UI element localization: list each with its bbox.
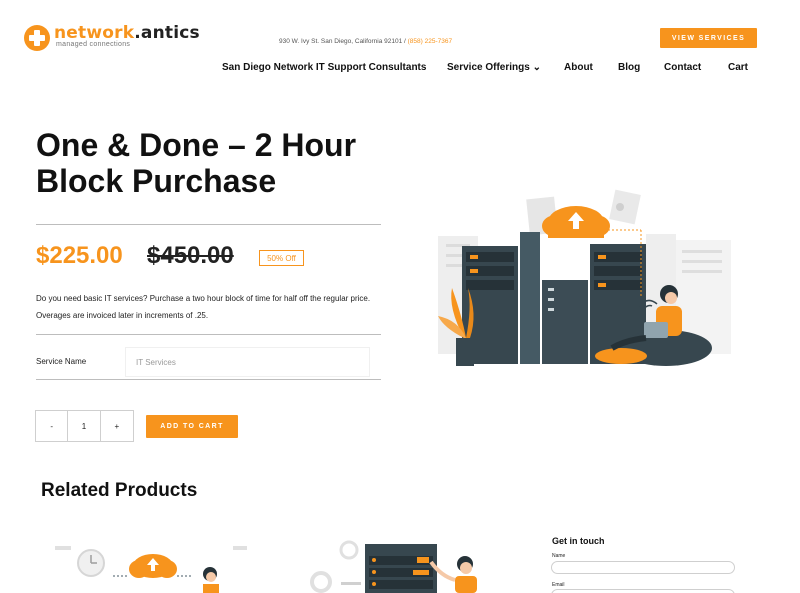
nav-item-blog[interactable]: Blog [618, 62, 640, 73]
email-label: Email [552, 582, 565, 588]
nav-item-service-offerings[interactable]: Service Offerings ⌄ [447, 62, 541, 73]
service-name-field[interactable]: IT Services [125, 347, 370, 377]
nav-item-about[interactable]: About [564, 62, 593, 73]
qty-increase-button[interactable]: + [101, 411, 133, 441]
qty-input[interactable]: 1 [68, 411, 101, 441]
email-field[interactable] [551, 589, 735, 593]
related-products-heading: Related Products [41, 480, 198, 501]
product-title: One & Done – 2 Hour Block Purchase [36, 127, 357, 199]
service-name-label: Service Name [36, 357, 87, 366]
discount-badge: 50% Off [259, 250, 304, 266]
header-phone-link[interactable]: (858) 225-7367 [408, 38, 452, 45]
logo-name: network.antics [54, 23, 200, 43]
divider [36, 379, 381, 380]
divider [36, 334, 381, 335]
related-product-image-1[interactable] [55, 538, 255, 593]
contact-form-title: Get in touch [552, 536, 605, 546]
site-logo[interactable]: network.antics managed connections [24, 24, 200, 51]
product-description: Do you need basic IT services? Purchase … [36, 294, 371, 320]
add-to-cart-button[interactable]: ADD TO CART [146, 415, 238, 438]
quantity-stepper: - 1 + [35, 410, 134, 442]
qty-decrease-button[interactable]: - [36, 411, 69, 441]
main-nav: San Diego Network IT Support Consultants… [0, 62, 800, 76]
sale-price: $225.00 [36, 242, 123, 269]
logo-tagline: managed connections [56, 41, 131, 48]
nav-item-cart[interactable]: Cart [728, 62, 748, 73]
logo-plus-icon [24, 25, 50, 51]
divider [36, 224, 381, 225]
name-field[interactable] [551, 561, 735, 574]
header-address: 930 W. Ivy St. San Diego, California 921… [279, 38, 453, 45]
regular-price: $450.00 [147, 242, 234, 269]
view-services-button[interactable]: VIEW SERVICES [660, 28, 757, 48]
name-label: Name [552, 553, 566, 559]
nav-item-contact[interactable]: Contact [664, 62, 701, 73]
server-room-illustration [438, 189, 731, 366]
related-product-image-2[interactable] [305, 538, 505, 593]
nav-item-consultants[interactable]: San Diego Network IT Support Consultants [222, 62, 426, 73]
